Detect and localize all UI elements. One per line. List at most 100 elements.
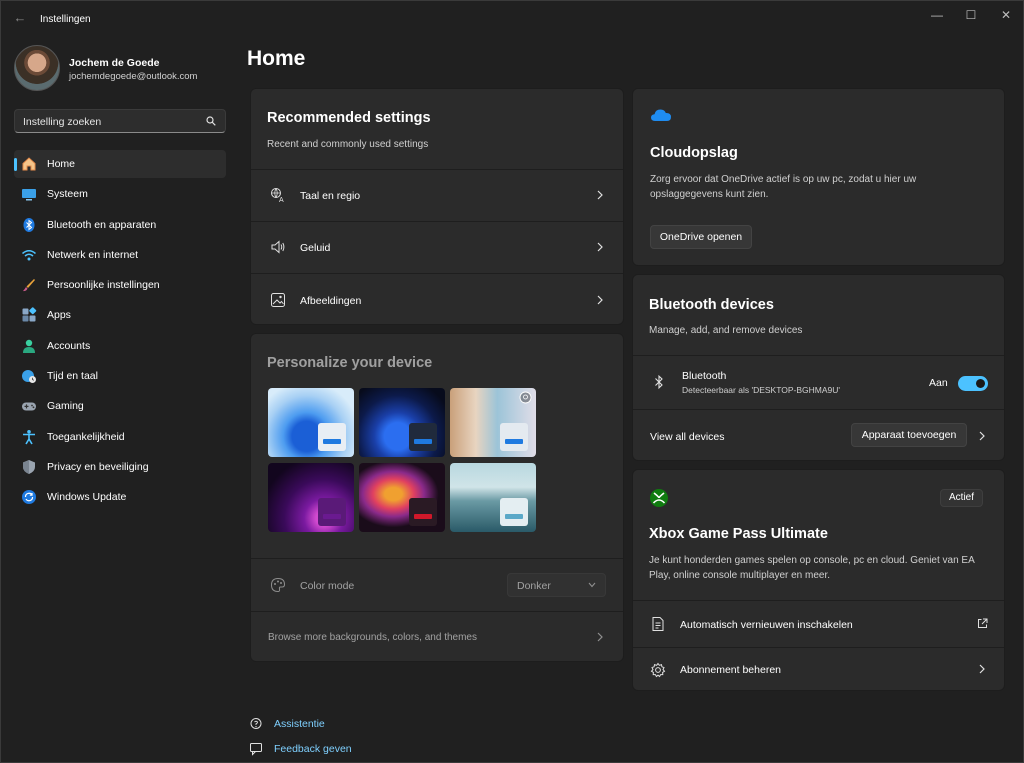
- search-input[interactable]: Instelling zoeken: [14, 109, 226, 133]
- sidebar-item-label: Systeem: [47, 188, 88, 201]
- color-mode-dropdown[interactable]: Donker: [507, 573, 606, 597]
- help-link[interactable]: Assistentie: [249, 716, 389, 734]
- speaker-icon: [271, 240, 285, 254]
- apps-icon: [22, 307, 37, 322]
- sidebar-item-windows-update[interactable]: Windows Update: [14, 483, 226, 511]
- sidebar-item-personalization[interactable]: Persoonlijke instellingen: [14, 271, 226, 299]
- row-color-mode[interactable]: Color mode Donker: [251, 559, 623, 611]
- theme-thumbnail[interactable]: [268, 388, 354, 457]
- close-button[interactable]: ✕: [991, 5, 1021, 25]
- row-bluetooth-toggle: Bluetooth Detecteerbaar als 'DESKTOP-BGH…: [633, 356, 1004, 409]
- recommended-subtitle: Recent and commonly used settings: [267, 139, 429, 150]
- help-link-label[interactable]: Assistentie: [274, 718, 325, 730]
- account-icon: [23, 339, 35, 353]
- onedrive-cloud-icon: [651, 109, 671, 121]
- theme-thumbnail[interactable]: [450, 463, 536, 532]
- settings-window: ← Instellingen — ☐ ✕ Jochem de Goede joc…: [0, 0, 1024, 763]
- globe-clock-icon: [22, 370, 36, 384]
- row-sound[interactable]: Geluid: [251, 222, 623, 273]
- chevron-right-icon: [597, 242, 603, 252]
- row-label: Taal en regio: [300, 190, 361, 202]
- chevron-right-icon: [597, 632, 603, 642]
- profile-email: jochemdegoede@outlook.com: [69, 71, 198, 82]
- dropdown-value: Donker: [517, 580, 551, 592]
- search-icon[interactable]: [206, 116, 216, 126]
- sidebar-item-label: Tijd en taal: [47, 370, 98, 383]
- xbox-game-pass-card: Actief Xbox Game Pass Ultimate Je kunt h…: [632, 469, 1005, 691]
- sidebar-item-network[interactable]: Netwerk en internet: [14, 241, 226, 269]
- bluetooth-icon: [655, 374, 663, 390]
- row-label: Geluid: [300, 242, 331, 254]
- sidebar-item-label: Accounts: [47, 339, 91, 352]
- recommended-title: Recommended settings: [267, 110, 431, 126]
- chevron-down-icon: [588, 582, 596, 588]
- gear-icon: [650, 662, 666, 678]
- sidebar-item-apps[interactable]: Apps: [14, 301, 226, 329]
- title-bar: ← Instellingen — ☐ ✕: [1, 1, 1023, 35]
- maximize-button[interactable]: ☐: [956, 5, 986, 25]
- theme-preview-window: [500, 498, 528, 526]
- recommended-settings-card: Recommended settings Recent and commonly…: [250, 88, 624, 325]
- row-auto-renew[interactable]: Automatisch vernieuwen inschakelen: [633, 601, 1004, 647]
- row-label: Abonnement beheren: [680, 664, 781, 676]
- sidebar-item-label: Home: [47, 158, 76, 170]
- sidebar-item-home[interactable]: Home: [14, 150, 226, 178]
- gamepad-icon: [22, 402, 36, 411]
- user-profile[interactable]: Jochem de Goede jochemdegoede@outlook.co…: [14, 45, 234, 91]
- document-icon: [652, 617, 664, 631]
- theme-preview-window: [318, 423, 346, 451]
- onedrive-open-button[interactable]: OneDrive openen: [650, 225, 752, 249]
- sidebar-item-label: Persoonlijke instellingen: [47, 279, 160, 292]
- image-icon: [271, 293, 285, 307]
- feedback-link[interactable]: Feedback geven: [249, 741, 389, 759]
- theme-thumbnail[interactable]: [268, 463, 354, 532]
- row-language-region[interactable]: A Taal en regio: [251, 170, 623, 221]
- sidebar-item-privacy[interactable]: Privacy en beveiliging: [14, 453, 226, 481]
- bluetooth-device-sub: Detecteerbaar als 'DESKTOP-BGHMA9U': [682, 385, 841, 395]
- theme-thumbnail[interactable]: [359, 463, 445, 532]
- status-badge: Actief: [940, 489, 984, 507]
- cloud-title: Cloudopslag: [650, 145, 738, 161]
- theme-thumbnail[interactable]: [359, 388, 445, 457]
- external-link-icon: [978, 618, 988, 628]
- bluetooth-toggle[interactable]: [958, 376, 988, 391]
- sidebar-item-label: Bluetooth en apparaten: [47, 218, 157, 231]
- row-label: Afbeeldingen: [300, 295, 362, 307]
- sidebar-item-accessibility[interactable]: Toegankelijkheid: [14, 423, 226, 451]
- theme-thumbnail[interactable]: [450, 388, 536, 457]
- minimize-button[interactable]: —: [922, 5, 952, 25]
- theme-preview-window: [409, 498, 437, 526]
- row-manage-subscription[interactable]: Abonnement beheren: [633, 648, 1004, 690]
- avatar[interactable]: [14, 45, 60, 91]
- view-all-devices-link[interactable]: View all devices: [650, 431, 725, 443]
- xbox-description: Je kunt honderden games spelen op consol…: [649, 555, 975, 581]
- feedback-link-label[interactable]: Feedback geven: [274, 743, 352, 755]
- row-view-all-devices[interactable]: View all devices Apparaat toevoegen: [633, 410, 1004, 460]
- personalize-card: Personalize your device Color mode Donke…: [250, 333, 624, 662]
- home-icon: [22, 157, 36, 171]
- row-images[interactable]: Afbeeldingen: [251, 274, 623, 324]
- bluetooth-title: Bluetooth devices: [649, 297, 774, 313]
- search-placeholder: Instelling zoeken: [23, 116, 102, 128]
- sidebar-item-label: Privacy en beveiliging: [47, 460, 149, 473]
- accessibility-icon: [23, 429, 35, 445]
- sidebar-item-label: Toegankelijkheid: [47, 430, 125, 443]
- bluetooth-icon: [23, 217, 35, 232]
- personalize-title: Personalize your device: [267, 355, 433, 371]
- sidebar-item-label: Apps: [47, 309, 71, 322]
- row-browse-themes[interactable]: Browse more backgrounds, colors, and the…: [251, 612, 623, 661]
- xbox-title: Xbox Game Pass Ultimate: [649, 526, 828, 542]
- bluetooth-devices-card: Bluetooth devices Manage, add, and remov…: [632, 274, 1005, 461]
- theme-preview-window: [409, 423, 437, 451]
- sidebar-item-gaming[interactable]: Gaming: [14, 392, 226, 420]
- sidebar-item-system[interactable]: Systeem: [14, 180, 226, 208]
- theme-accent-bar: [414, 439, 432, 444]
- system-icon: [22, 189, 36, 201]
- back-arrow-icon[interactable]: ←: [11, 9, 29, 27]
- sidebar-item-accounts[interactable]: Accounts: [14, 332, 226, 360]
- theme-preview-window: [500, 423, 528, 451]
- row-label: Color mode: [300, 580, 355, 592]
- add-device-button[interactable]: Apparaat toevoegen: [851, 423, 967, 447]
- sidebar-item-time-language[interactable]: Tijd en taal: [14, 362, 226, 390]
- sidebar-item-bluetooth[interactable]: Bluetooth en apparaten: [14, 211, 226, 239]
